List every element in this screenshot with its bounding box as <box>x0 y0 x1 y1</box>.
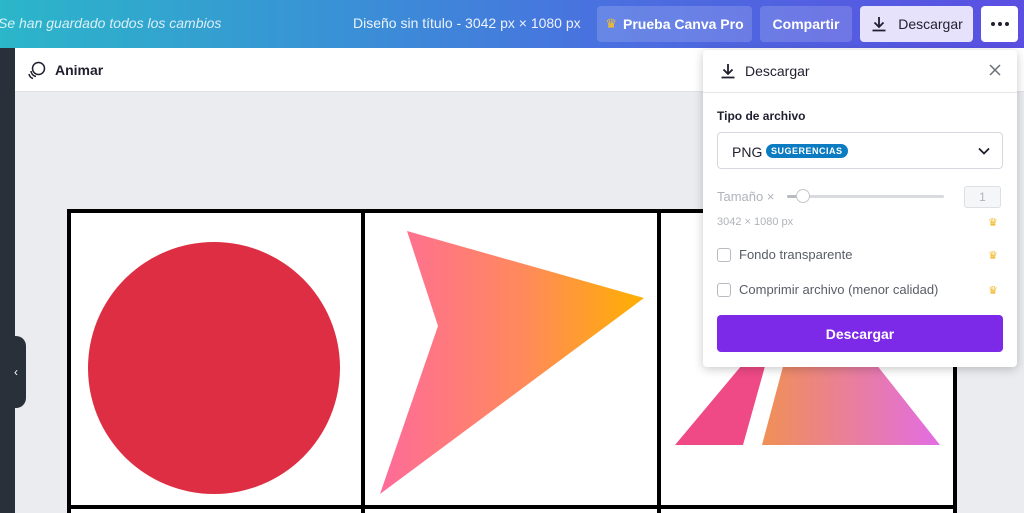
more-options-button[interactable] <box>981 6 1018 42</box>
animate-label: Animar <box>55 62 104 78</box>
transparent-background-checkbox[interactable] <box>717 248 731 262</box>
collapse-panel-button[interactable]: ‹ <box>6 336 26 408</box>
suggestions-badge: SUGERENCIAS <box>766 144 848 158</box>
file-type-label: Tipo de archivo <box>717 109 806 123</box>
top-bar: Se han guardado todos los cambios Diseño… <box>0 0 1024 48</box>
red-circle-shape <box>88 242 340 494</box>
chevron-left-icon: ‹ <box>14 365 18 379</box>
pink-trapezoid-shape <box>675 359 767 445</box>
download-button[interactable]: Descargar <box>860 6 973 42</box>
dimensions-text: 3042 × 1080 px <box>717 216 794 228</box>
share-label: Compartir <box>772 16 840 32</box>
share-button[interactable]: Compartir <box>760 6 852 42</box>
crown-icon: ♛ <box>988 250 998 262</box>
size-slider-knob[interactable] <box>795 189 810 203</box>
download-icon <box>872 17 886 32</box>
gradient-trapezoid-shape <box>762 359 940 445</box>
compress-file-option[interactable]: Comprimir archivo (menor calidad) <box>717 281 1003 301</box>
download-panel: Descargar Tipo de archivo PNG SUGERENCIA… <box>703 50 1017 367</box>
size-label: Tamaño × <box>717 189 775 204</box>
more-dots-icon <box>990 22 1009 26</box>
chevron-down-icon <box>978 147 990 155</box>
download-panel-title: Descargar <box>745 63 810 79</box>
side-panel-strip <box>0 48 15 513</box>
file-type-value: PNG <box>732 144 763 160</box>
crown-icon: ♛ <box>605 16 618 31</box>
download-panel-header: Descargar <box>703 50 1017 93</box>
transparent-background-label: Fondo transparente <box>739 247 853 262</box>
size-input[interactable]: 1 <box>964 186 1001 208</box>
close-icon[interactable] <box>987 62 1003 78</box>
animate-icon <box>28 61 46 80</box>
file-type-select[interactable]: PNG SUGERENCIAS <box>717 132 1003 169</box>
transparent-background-option[interactable]: Fondo transparente <box>717 246 1003 266</box>
download-icon <box>721 64 735 79</box>
size-row: Tamaño × 1 <box>717 186 1003 208</box>
crown-icon: ♛ <box>988 217 998 229</box>
try-pro-label: Prueba Canva Pro <box>623 16 744 32</box>
crown-icon: ♛ <box>988 285 998 297</box>
animate-button[interactable]: Animar <box>27 60 103 80</box>
try-pro-button[interactable]: ♛ Prueba Canva Pro <box>597 6 752 42</box>
compress-file-checkbox[interactable] <box>717 283 731 297</box>
save-status: Se han guardado todos los cambios <box>0 15 222 31</box>
gradient-arrow-shape <box>380 231 644 494</box>
download-confirm-button[interactable]: Descargar <box>717 315 1003 352</box>
canvas-scrollbar[interactable] <box>1017 92 1024 513</box>
compress-file-label: Comprimir archivo (menor calidad) <box>739 282 939 297</box>
document-title[interactable]: Diseño sin título - 3042 px × 1080 px <box>353 15 581 31</box>
size-slider[interactable] <box>787 189 944 203</box>
download-label: Descargar <box>898 16 963 32</box>
